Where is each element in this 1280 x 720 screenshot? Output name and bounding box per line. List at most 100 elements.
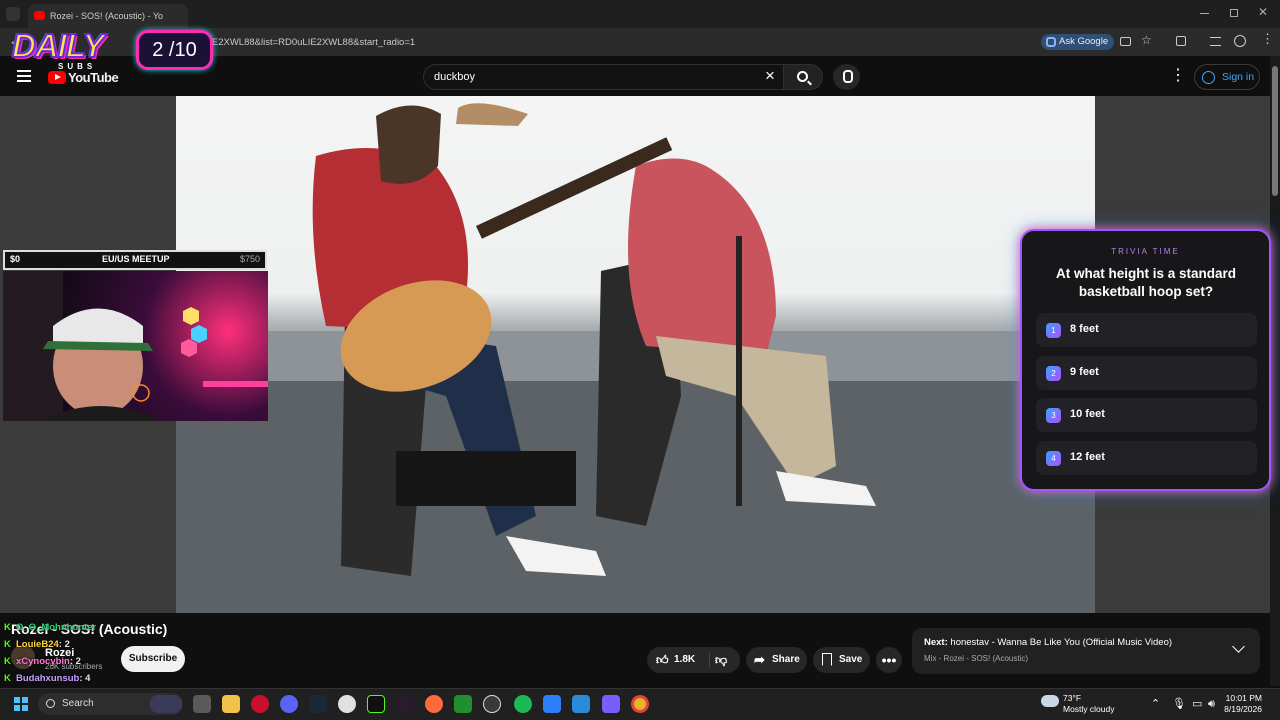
share-arrow-icon: ➦ [754,652,765,667]
option-text: 8 feet [1070,323,1099,335]
trivia-option[interactable]: 1 8 feet [1036,313,1257,347]
up-next-video: honestav - Wanna Be Like You (Official M… [950,637,1173,648]
chat-message: KxCynocybin: 2 [4,656,81,667]
streamer-image [3,271,268,421]
close-window-icon[interactable]: ✕ [1258,5,1268,19]
page-scrollbar[interactable] [1270,56,1280,686]
chrome-icon[interactable] [631,695,649,713]
like-thumb-icon[interactable]: 👍︎ [656,653,669,667]
goal-start: $0 [10,254,21,264]
search-input[interactable]: duckboy [423,64,788,90]
play-app-icon[interactable] [454,695,472,713]
kick-icon: K [4,639,11,650]
grid-app-icon[interactable] [602,695,620,713]
taskbar-time[interactable]: 10:01 PM [1220,693,1262,703]
save-label: Save [839,654,863,665]
search-icon [797,71,808,82]
up-next-card[interactable]: Next: honestav - Wanna Be Like You (Offi… [912,628,1260,674]
chat-text: : 4 [79,673,91,684]
more-actions-icon[interactable]: ••• [876,647,902,673]
extensions-icon[interactable] [1176,36,1186,46]
chat-text: : 2 [58,639,70,650]
taskbar-search-label: Search [62,698,94,709]
goal-name: EU/US MEETUP [102,254,170,264]
up-next-subtitle: Mix - Rozei - SOS! (Acoustic) [924,654,1029,663]
ask-google-button[interactable]: Ask Google [1041,34,1115,50]
chevron-down-icon[interactable] [1232,640,1245,653]
option-text: 10 feet [1070,408,1105,420]
reading-list-icon[interactable] [1210,37,1221,46]
bookmark-star-icon[interactable]: ☆ [1141,33,1152,47]
chat-user: LouieB24 [16,639,59,650]
spotify-icon[interactable] [514,695,532,713]
search-button[interactable] [783,64,823,90]
network-icon[interactable]: ▭ [1192,698,1202,710]
share-label: Share [772,654,800,665]
minimize-icon[interactable] [1200,13,1209,14]
like-dislike-group: 👍︎ 1.8K 👎︎ [647,647,740,673]
task-view-icon[interactable] [193,695,211,713]
goal-target: $750 [239,254,260,264]
trivia-option[interactable]: 2 9 feet [1036,356,1257,390]
maximize-icon[interactable] [1230,9,1238,17]
kick-icon: K [4,673,11,684]
option-number: 1 [1046,323,1061,338]
taskbar-date[interactable]: 8/19/2026 [1220,704,1262,714]
chat-message: K Budahxunsub: 4 [4,673,90,684]
vscode-icon[interactable] [572,695,590,713]
webcam-feed [3,271,268,421]
trivia-option[interactable]: 3 10 feet [1036,398,1257,432]
obs-icon[interactable] [338,695,356,713]
url-field[interactable]: UE2XWL88&list=RD0uLIE2XWL88&start_radio=… [205,34,1025,51]
app-icon[interactable] [543,695,561,713]
kick-app-icon[interactable] [367,695,385,713]
browser-menu-icon[interactable]: ⋮ [1261,31,1274,47]
trivia-question: At what height is a standard basketball … [1055,266,1237,299]
opera-gx-icon[interactable] [251,695,269,713]
like-divider [709,652,710,668]
option-number: 3 [1046,408,1061,423]
chat-user: xCynocybin [16,656,70,667]
mic-tray-icon[interactable]: 🎙︎ [1172,698,1186,710]
windows-start-icon[interactable] [14,697,28,711]
kick-icon: K [4,622,11,633]
file-explorer-icon[interactable] [222,695,240,713]
clear-search-icon[interactable]: × [762,67,778,84]
weather-desc: Mostly cloudy [1063,704,1115,714]
tray-chevron-icon[interactable]: ⌃ [1151,698,1160,710]
volume-icon[interactable]: 🔊︎ [1208,698,1215,710]
like-count[interactable]: 1.8K [674,647,695,673]
dislike-thumb-icon[interactable]: 👎︎ [715,653,727,667]
google-lens-icon [1046,37,1056,47]
steam-icon[interactable] [309,695,327,713]
sub-counter: 2 /10 [136,30,213,70]
burst-app-icon[interactable] [425,695,443,713]
weather-temp: 73°F [1063,693,1082,703]
streamer-app-icon[interactable] [396,695,414,713]
tab-title: Rozei - SOS! (Acoustic) - Yo [50,11,164,21]
profile-icon[interactable] [1234,35,1246,47]
save-button[interactable]: Save [813,647,870,673]
share-button[interactable]: ➦ Share [746,647,807,673]
cast-icon[interactable] [1120,37,1131,46]
chat-user: O_O_Mohnhunter [16,622,97,633]
chat-message: K O_O_Mohnhunter [4,622,96,633]
settings-menu-icon[interactable]: ⋮ [1170,68,1186,84]
sign-in-button[interactable]: Sign in [1194,64,1260,90]
logo-word: DAILY [11,26,106,65]
chat-user: Budahxunsub [16,673,80,684]
youtube-favicon-icon [34,11,45,20]
clock-app-icon[interactable] [483,695,501,713]
kick-icon: K [4,656,11,667]
subscribe-button[interactable]: Subscribe [121,646,185,672]
taskbar-widget-icon[interactable] [150,695,182,713]
goal-progress-bar: $0 EU/US MEETUP $750 [3,250,267,270]
trivia-option[interactable]: 4 12 feet [1036,441,1257,475]
weather-cloud-icon[interactable] [1039,691,1059,707]
discord-icon[interactable] [280,695,298,713]
voice-search-mic-icon[interactable] [833,64,860,90]
up-next-prefix: Next: [924,637,948,648]
tab-list-button[interactable] [6,7,20,21]
video-player[interactable] [176,96,1095,613]
logo-subs: SUBS [58,62,97,71]
